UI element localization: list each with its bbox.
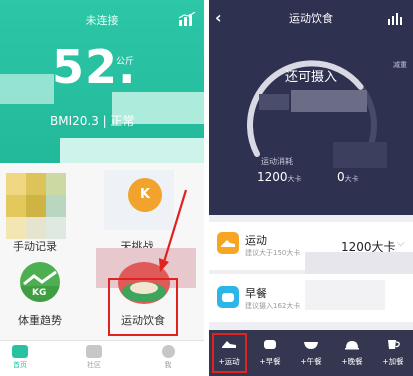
other-number: 0 bbox=[337, 170, 345, 184]
sport-burn-label: 运动消耗 bbox=[261, 157, 293, 166]
toolbar-label: +早餐 bbox=[259, 357, 281, 366]
sport-shoe-icon bbox=[217, 232, 239, 254]
blurred-region bbox=[333, 142, 387, 168]
right-phone-screen: ‹ 运动饮食 减重 还可摄入 运动消耗 1200大卡 0大卡 运动 建议大于15… bbox=[209, 0, 413, 376]
blurred-region bbox=[259, 94, 289, 110]
cloche-icon bbox=[345, 341, 359, 350]
blurred-region bbox=[291, 90, 367, 112]
toolbar-label: +晚餐 bbox=[341, 357, 363, 366]
card-title: 早餐 bbox=[245, 287, 267, 300]
highlight-box bbox=[212, 333, 247, 373]
sport-burn-number: 1200 bbox=[257, 170, 288, 184]
card-subtitle: 建议大于150大卡 bbox=[245, 249, 301, 257]
toolbar-label: +午餐 bbox=[300, 357, 322, 366]
other-value: 0大卡 bbox=[337, 170, 359, 184]
add-lunch-button[interactable]: +午餐 bbox=[291, 330, 331, 367]
arrow-head bbox=[159, 258, 169, 272]
add-snack-button[interactable]: +加餐 bbox=[373, 330, 413, 367]
card-title: 运动 bbox=[245, 234, 267, 247]
cup-icon bbox=[388, 340, 400, 349]
page-title: 运动饮食 bbox=[289, 12, 333, 25]
unit: 大卡 bbox=[344, 175, 359, 183]
arrow-to-sport-diet bbox=[162, 189, 188, 263]
bowl-icon bbox=[304, 342, 318, 349]
add-dinner-button[interactable]: +晚餐 bbox=[332, 330, 372, 367]
stats-icon[interactable] bbox=[387, 10, 403, 25]
blurred-region bbox=[305, 280, 385, 310]
chevron-down-icon[interactable]: ⌵ bbox=[397, 238, 405, 249]
card-subtitle: 建议摄入162大卡 bbox=[245, 302, 301, 310]
remaining-label: 还可摄入 bbox=[284, 70, 337, 85]
add-breakfast-button[interactable]: +早餐 bbox=[250, 330, 290, 367]
toolbar-label: +加餐 bbox=[382, 357, 404, 366]
bread-icon bbox=[264, 340, 276, 349]
unit: 大卡 bbox=[287, 175, 302, 183]
sport-burn-value: 1200大卡 bbox=[257, 170, 302, 184]
breakfast-icon bbox=[217, 286, 239, 308]
